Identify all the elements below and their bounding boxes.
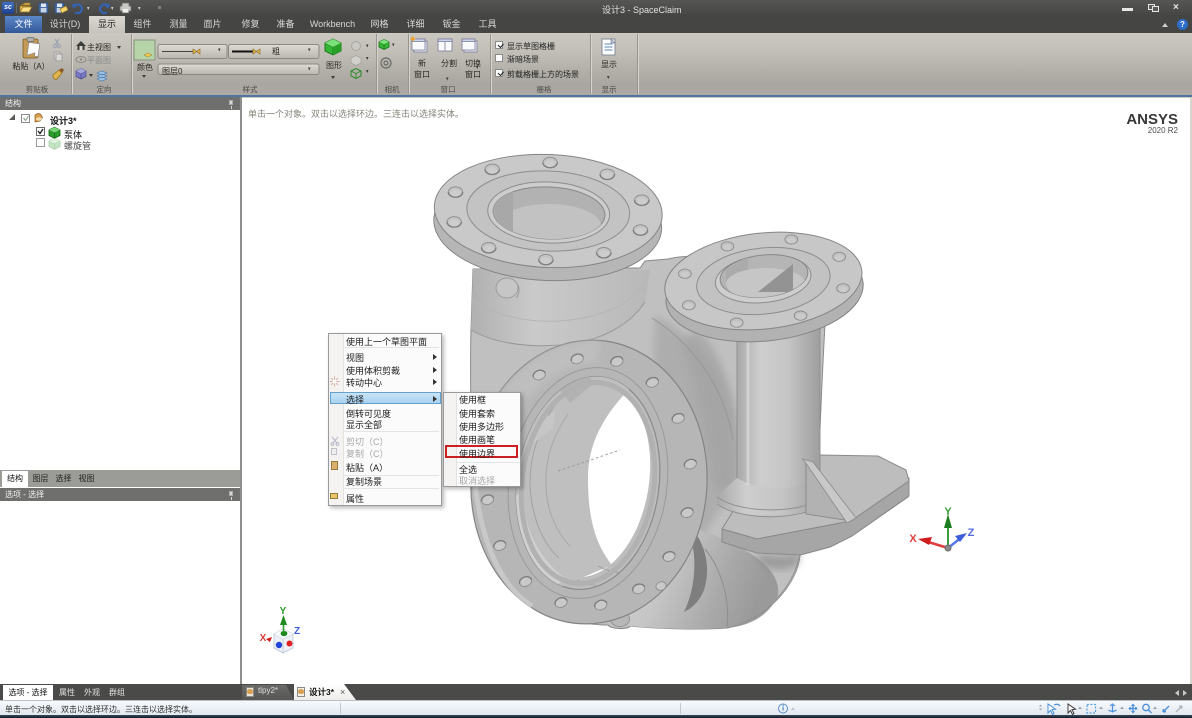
svg-text:Y: Y <box>944 506 952 518</box>
svg-text:Y: Y <box>280 606 287 617</box>
svg-text:Z: Z <box>968 527 975 539</box>
svg-text:Z: Z <box>294 626 300 637</box>
svg-text:X: X <box>909 533 917 545</box>
svg-text:X: X <box>260 633 267 644</box>
